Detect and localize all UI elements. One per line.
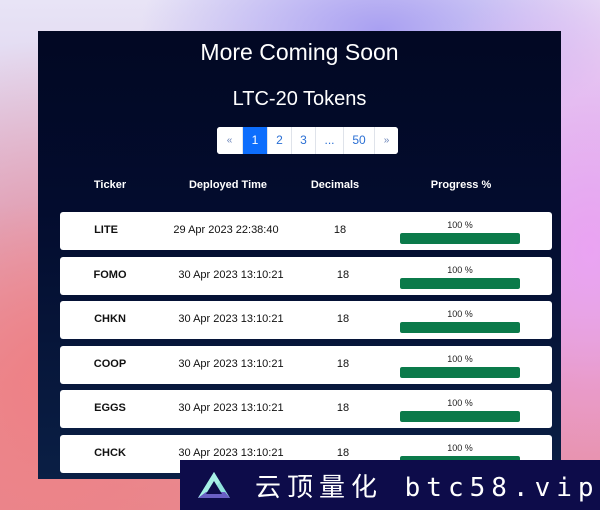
progress-fill	[400, 322, 520, 333]
progress-label: 100 %	[447, 264, 473, 275]
ticker-cell: FOMO	[93, 268, 127, 281]
progress-bar	[400, 411, 520, 422]
column-header-deployed-time: Deployed Time	[188, 179, 268, 191]
decimals-cell: 18	[333, 224, 347, 236]
progress-label: 100 %	[447, 309, 473, 319]
decimals-cell: 18	[336, 446, 350, 459]
decimals-cell: 18	[336, 313, 350, 325]
decimals-cell: 18	[336, 402, 350, 414]
progress-bar	[400, 277, 520, 289]
table-header: Ticker Deployed Time Decimals Progress %	[38, 179, 561, 195]
pagination-ellipsis[interactable]: ...	[316, 127, 344, 154]
progress-fill	[400, 366, 520, 378]
section-title: LTC-20 Tokens	[232, 88, 367, 110]
triangle-logo-icon	[198, 472, 230, 498]
ticker-cell: CHCK	[94, 446, 126, 459]
deployed-time-cell: 30 Apr 2023 13:10:21	[178, 446, 284, 459]
ticker-cell: COOP	[93, 357, 127, 370]
token-list: LITE 29 Apr 2023 22:38:40 18 100 % FOMO …	[60, 212, 552, 479]
decimals-cell: 18	[336, 357, 350, 370]
pagination-page-50[interactable]: 50	[344, 127, 375, 154]
column-header-decimals: Decimals	[310, 179, 360, 191]
table-row[interactable]: LITE 29 Apr 2023 22:38:40 18 100 %	[60, 212, 552, 250]
progress-fill	[400, 411, 520, 422]
table-row[interactable]: COOP 30 Apr 2023 13:10:21 18 100 %	[60, 345, 552, 384]
deployed-time-cell: 30 Apr 2023 13:10:21	[178, 357, 284, 370]
column-header-ticker: Ticker	[93, 179, 127, 191]
pagination-page-3[interactable]: 3	[292, 127, 316, 154]
pagination-prev-button[interactable]: «	[217, 127, 243, 154]
watermark-banner: 云顶量化 btc58.vip	[180, 460, 600, 510]
ticker-cell: CHKN	[94, 313, 126, 325]
deployed-time-cell: 29 Apr 2023 22:38:40	[173, 224, 279, 236]
ticker-cell: LITE	[94, 224, 118, 236]
progress-bar	[400, 233, 520, 244]
column-header-progress: Progress %	[430, 179, 492, 191]
page-title: More Coming Soon	[200, 39, 399, 65]
progress-label: 100 %	[447, 398, 473, 408]
pagination: « 1 2 3 ... 50 »	[217, 127, 398, 154]
progress-bar	[400, 366, 520, 378]
decimals-cell: 18	[336, 268, 350, 281]
pagination-next-button[interactable]: »	[375, 127, 398, 154]
deployed-time-cell: 30 Apr 2023 13:10:21	[178, 402, 284, 414]
table-row[interactable]: EGGS 30 Apr 2023 13:10:21 18 100 %	[60, 390, 552, 428]
pagination-page-2[interactable]: 2	[268, 127, 292, 154]
tokens-panel: More Coming Soon LTC-20 Tokens « 1 2 3 .…	[38, 31, 561, 479]
ticker-cell: EGGS	[94, 402, 126, 414]
table-row[interactable]: CHKN 30 Apr 2023 13:10:21 18 100 %	[60, 301, 552, 339]
pagination-page-1[interactable]: 1	[243, 127, 268, 154]
progress-label: 100 %	[447, 353, 473, 364]
progress-fill	[400, 277, 520, 289]
progress-label: 100 %	[447, 220, 473, 230]
deployed-time-cell: 30 Apr 2023 13:10:21	[178, 313, 284, 325]
table-row[interactable]: FOMO 30 Apr 2023 13:10:21 18 100 %	[60, 256, 552, 295]
progress-bar	[400, 322, 520, 333]
watermark-text: 云顶量化 btc58.vip	[255, 472, 600, 503]
deployed-time-cell: 30 Apr 2023 13:10:21	[178, 268, 284, 281]
progress-label: 100 %	[447, 442, 473, 453]
progress-fill	[400, 233, 520, 244]
